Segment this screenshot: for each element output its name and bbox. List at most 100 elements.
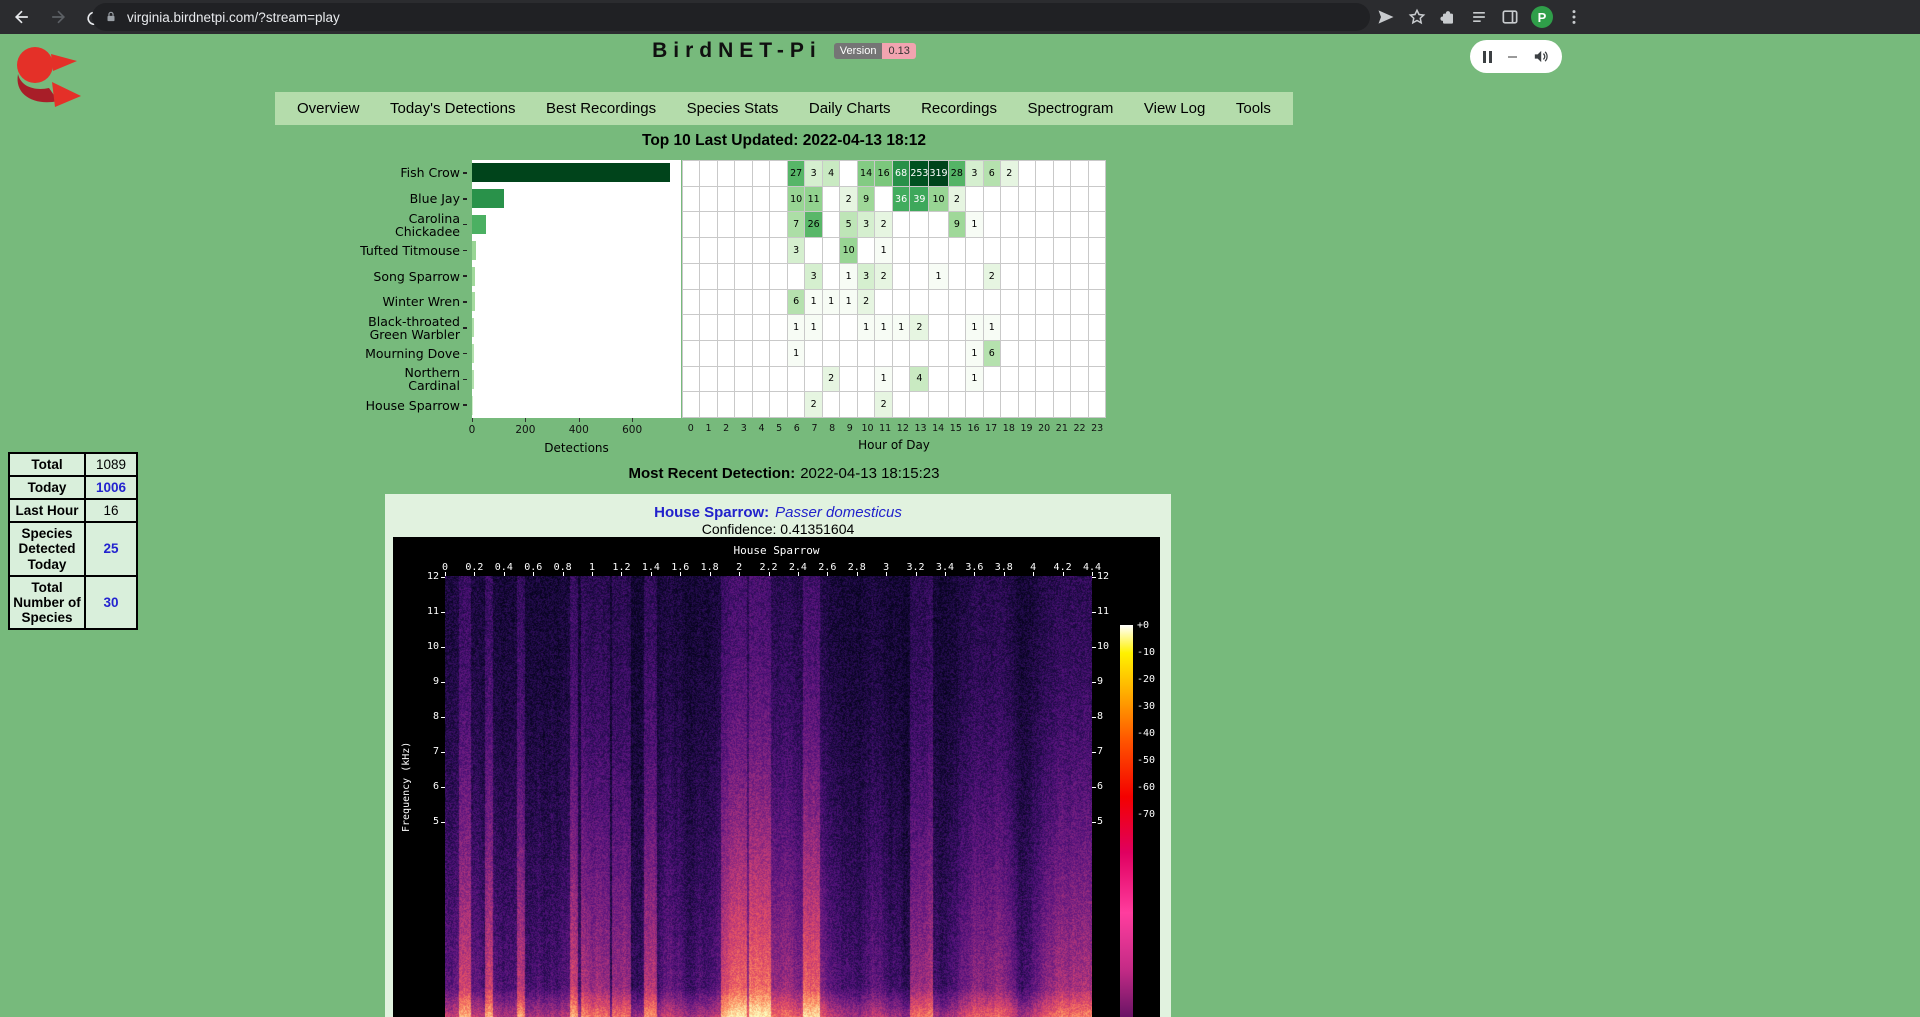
heat-cell: 2 — [1001, 161, 1019, 187]
detection-panel: House Sparrow:Passer domesticus Confiden… — [385, 494, 1171, 1017]
heat-cell — [984, 392, 1001, 418]
heat-cell — [1089, 367, 1106, 393]
heat-cell — [840, 392, 857, 418]
spectrogram-y-tickmark — [441, 682, 445, 683]
heat-cell — [1019, 315, 1036, 341]
hour-tick-label: 12 — [897, 423, 909, 434]
heat-cell — [683, 264, 700, 290]
nav-item-recordings[interactable]: Recordings — [921, 100, 997, 117]
spectrogram-y-tick: 7 — [1097, 746, 1103, 757]
heat-cell — [770, 264, 788, 290]
species-tick — [463, 275, 467, 277]
bookmark-star-icon[interactable] — [1407, 7, 1427, 27]
spectrogram-y-tick: 11 — [411, 606, 439, 617]
heat-cell — [788, 367, 805, 393]
heat-cell — [1071, 212, 1088, 238]
heat-cell — [683, 187, 700, 213]
pause-button-icon[interactable] — [1483, 51, 1492, 63]
stats-value-today[interactable]: 1006 — [85, 476, 137, 499]
heat-cell — [929, 392, 948, 418]
heat-cell — [910, 212, 929, 238]
species-tick — [463, 327, 467, 329]
species-tick — [463, 301, 467, 303]
profile-avatar[interactable]: P — [1531, 6, 1553, 28]
spectrogram-x-tickmark — [916, 572, 917, 576]
nav-item-spectrogram[interactable]: Spectrogram — [1027, 100, 1113, 117]
volume-icon[interactable] — [1532, 48, 1549, 65]
nav-item-species-stats[interactable]: Species Stats — [687, 100, 779, 117]
back-icon[interactable] — [12, 7, 32, 27]
side-panel-icon[interactable] — [1500, 7, 1520, 27]
stats-value-total: 1089 — [85, 453, 137, 476]
forward-icon[interactable] — [48, 7, 68, 27]
heat-cell — [753, 367, 770, 393]
heat-cell — [840, 367, 857, 393]
heat-cell — [929, 315, 948, 341]
spectrogram-x-tickmark — [1004, 572, 1005, 576]
heat-cell — [929, 212, 948, 238]
spectrogram-y-tickmark — [441, 717, 445, 718]
heat-cell: 1 — [875, 367, 893, 393]
page: BirdNET-PiVersion0.13 Overview Today's D… — [0, 34, 1920, 1017]
url-bar[interactable]: virginia.birdnetpi.com/?stream=play — [92, 3, 1370, 31]
heat-cell — [788, 264, 805, 290]
player-time-dash — [1508, 56, 1517, 58]
spectrogram-y-tick: 5 — [1097, 816, 1103, 827]
send-icon[interactable] — [1376, 7, 1396, 27]
stats-value-species-today[interactable]: 25 — [85, 522, 137, 575]
hour-tick-label: 21 — [1056, 423, 1068, 434]
menu-dots-icon[interactable] — [1564, 7, 1584, 27]
heat-cell — [700, 290, 717, 316]
spectrogram-y-tickmark — [441, 822, 445, 823]
heat-cell — [893, 264, 910, 290]
heat-cell — [1036, 212, 1053, 238]
nav-item-todays-detections[interactable]: Today's Detections — [390, 100, 515, 117]
heat-cell — [1001, 264, 1019, 290]
heat-cell: 4 — [823, 161, 840, 187]
nav-item-best-recordings[interactable]: Best Recordings — [546, 100, 656, 117]
heat-cell — [718, 238, 735, 264]
heat-cell — [683, 238, 700, 264]
heat-cell — [1071, 264, 1088, 290]
heat-cell — [735, 315, 752, 341]
heat-cell — [1054, 341, 1071, 367]
heat-cell — [683, 315, 700, 341]
heat-cell — [683, 290, 700, 316]
heat-cell — [1089, 212, 1106, 238]
heat-cell — [1019, 341, 1036, 367]
heat-cell — [805, 367, 822, 393]
heat-cell — [823, 187, 840, 213]
species-scientific-link[interactable]: Passer domesticus — [775, 504, 902, 521]
spectrogram-colorbar — [1120, 625, 1133, 1017]
spectrogram-y-tick: 12 — [1097, 571, 1109, 582]
heat-cell: 1 — [840, 264, 857, 290]
heat-cell — [893, 367, 910, 393]
species-common-link[interactable]: House Sparrow: — [654, 504, 769, 521]
detections-bar — [472, 189, 504, 208]
heat-cell — [966, 290, 983, 316]
heat-cell: 1 — [805, 290, 822, 316]
nav-item-overview[interactable]: Overview — [297, 100, 360, 117]
top10-combo-chart: 2734141668253319283621011293639102726532… — [300, 160, 1110, 460]
hour-tick-label: 9 — [847, 423, 853, 434]
nav-item-tools[interactable]: Tools — [1236, 100, 1271, 117]
heat-cell: 3 — [788, 238, 805, 264]
heat-cell — [1036, 392, 1053, 418]
species-tick — [463, 172, 467, 174]
spectrogram-x-tickmark — [857, 572, 858, 576]
heat-cell: 2 — [910, 315, 929, 341]
extensions-icon[interactable] — [1438, 7, 1458, 27]
nav-item-daily-charts[interactable]: Daily Charts — [809, 100, 891, 117]
hour-tick-label: 14 — [932, 423, 944, 434]
heat-cell — [1054, 315, 1071, 341]
heat-cell — [1054, 367, 1071, 393]
heat-cell: 1 — [966, 367, 983, 393]
heat-cell — [735, 290, 752, 316]
stats-value-total-species[interactable]: 30 — [85, 576, 137, 629]
heat-cell — [1054, 212, 1071, 238]
reading-list-icon[interactable] — [1469, 7, 1489, 27]
heat-cell — [910, 238, 929, 264]
species-label: Northern Cardinal — [300, 366, 460, 392]
nav-item-view-log[interactable]: View Log — [1144, 100, 1205, 117]
hour-tick-label: 11 — [879, 423, 891, 434]
